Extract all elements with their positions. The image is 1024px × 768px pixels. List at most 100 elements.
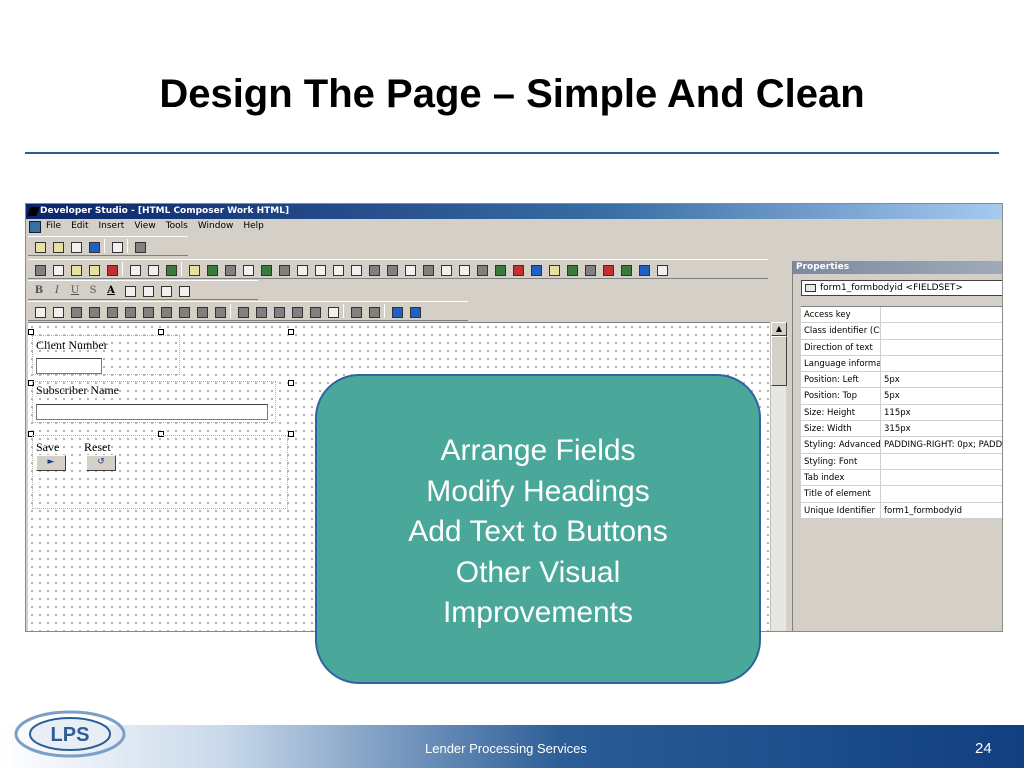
property-value[interactable]: 5px (881, 372, 1002, 387)
edit-icon[interactable] (68, 239, 82, 253)
textarea-icon[interactable] (348, 262, 362, 276)
redo-icon[interactable] (145, 262, 159, 276)
property-value[interactable] (881, 340, 1002, 355)
space-across-icon[interactable] (212, 304, 226, 318)
property-value[interactable]: 115px (881, 405, 1002, 420)
canvas-scrollbar[interactable]: ▲ (770, 322, 787, 631)
reset-button[interactable]: ↺ (86, 455, 116, 471)
property-value[interactable] (881, 356, 1002, 371)
fieldset-icon[interactable] (420, 262, 434, 276)
grid-icon[interactable] (294, 262, 308, 276)
undo-icon[interactable] (127, 262, 141, 276)
grid-toggle-icon[interactable] (32, 304, 46, 318)
copy-icon[interactable] (68, 262, 82, 276)
make-same-height-icon[interactable] (176, 304, 190, 318)
lock-icon[interactable] (325, 304, 339, 318)
menu-edit[interactable]: Edit (71, 221, 88, 231)
align-center-icon[interactable] (140, 283, 154, 297)
scroll-thumb[interactable] (771, 336, 787, 386)
snap-icon[interactable] (50, 304, 64, 318)
property-value[interactable]: 315px (881, 421, 1002, 436)
save-button[interactable]: ► (36, 455, 66, 471)
property-row[interactable]: Styling: Advanced (PADDING-RIGHT: 0px; P… (801, 437, 1002, 454)
property-row[interactable]: Class identifier (CSS (801, 323, 1002, 340)
cut-icon[interactable] (50, 262, 64, 276)
scroll-up-arrow-icon[interactable]: ▲ (771, 322, 787, 336)
menu-window[interactable]: Window (198, 221, 234, 231)
open-icon[interactable] (50, 239, 64, 253)
send-backward-icon[interactable] (289, 304, 303, 318)
document-icon[interactable] (29, 221, 41, 233)
pointer-icon[interactable] (366, 304, 380, 318)
align-middles-icon[interactable] (140, 304, 154, 318)
send-back-icon[interactable] (253, 304, 267, 318)
link-icon[interactable] (600, 262, 614, 276)
align-right-icon[interactable] (158, 283, 172, 297)
menu-help[interactable]: Help (243, 221, 264, 231)
property-row[interactable]: Size: Height 115px (801, 404, 1002, 422)
property-value[interactable] (881, 323, 1002, 338)
new-icon[interactable] (32, 239, 46, 253)
resize-handle[interactable] (288, 431, 294, 437)
make-same-width-icon[interactable] (158, 304, 172, 318)
make-same-size-icon[interactable] (194, 304, 208, 318)
tab-order-icon[interactable] (389, 304, 403, 318)
property-value[interactable]: PADDING-RIGHT: 0px; PADD (881, 437, 1002, 452)
list-icon[interactable] (474, 262, 488, 276)
align-lefts-icon[interactable] (68, 304, 82, 318)
property-value[interactable] (881, 454, 1002, 469)
property-row[interactable]: Language informatic (801, 355, 1002, 373)
menu-insert[interactable]: Insert (99, 221, 125, 231)
frame-icon[interactable] (240, 262, 254, 276)
text-icon[interactable] (276, 262, 290, 276)
textbox-icon[interactable] (330, 262, 344, 276)
dots-grid-icon[interactable] (407, 304, 421, 318)
subscriber-name-input[interactable] (36, 404, 268, 420)
align-rights-icon[interactable] (86, 304, 100, 318)
menu-view[interactable]: View (134, 221, 155, 231)
property-row[interactable]: Direction of text (801, 339, 1002, 356)
property-value[interactable] (881, 470, 1002, 485)
property-row[interactable]: Tab index (801, 469, 1002, 487)
tree-icon[interactable] (492, 262, 506, 276)
component-icon[interactable] (510, 262, 524, 276)
page-icon[interactable] (109, 239, 123, 253)
checkbox-icon[interactable] (456, 262, 470, 276)
delete-icon[interactable] (104, 262, 118, 276)
refresh-icon[interactable] (163, 262, 177, 276)
combo-icon[interactable] (384, 262, 398, 276)
hand-icon[interactable] (348, 304, 362, 318)
bold-button[interactable]: B (32, 285, 46, 296)
resize-handle[interactable] (288, 380, 294, 386)
italic-button[interactable]: I (50, 285, 64, 296)
client-number-input[interactable] (36, 358, 102, 374)
radio-icon[interactable] (438, 262, 452, 276)
label-icon[interactable] (312, 262, 326, 276)
calendar-icon[interactable] (528, 262, 542, 276)
shield-icon[interactable] (546, 262, 560, 276)
globe-icon[interactable] (636, 262, 650, 276)
field-icon[interactable] (402, 262, 416, 276)
property-row[interactable]: Styling: Font (801, 453, 1002, 470)
property-row[interactable]: Size: Width 315px (801, 421, 1002, 438)
strike-button[interactable]: S (86, 285, 100, 296)
save-icon[interactable] (32, 262, 46, 276)
buttons-group[interactable] (32, 435, 288, 509)
menu-file[interactable]: File (46, 221, 61, 231)
property-value[interactable]: 5px (881, 388, 1002, 403)
property-row[interactable]: Title of element (801, 486, 1002, 503)
image-icon[interactable] (258, 262, 272, 276)
form-icon[interactable] (186, 262, 200, 276)
run-icon[interactable] (86, 239, 100, 253)
tag-icon[interactable] (654, 262, 668, 276)
justify-icon[interactable] (176, 283, 190, 297)
align-bottoms-icon[interactable] (122, 304, 136, 318)
window-icon[interactable] (132, 239, 146, 253)
underline-button[interactable]: U (68, 285, 82, 296)
element-selector[interactable]: form1_formbodyid <FIELDSET> (801, 280, 1002, 296)
property-value[interactable] (881, 307, 1002, 322)
chart-icon[interactable] (204, 262, 218, 276)
listbox-icon[interactable] (366, 262, 380, 276)
wizard-icon[interactable] (618, 262, 632, 276)
menu-tools[interactable]: Tools (166, 221, 188, 231)
